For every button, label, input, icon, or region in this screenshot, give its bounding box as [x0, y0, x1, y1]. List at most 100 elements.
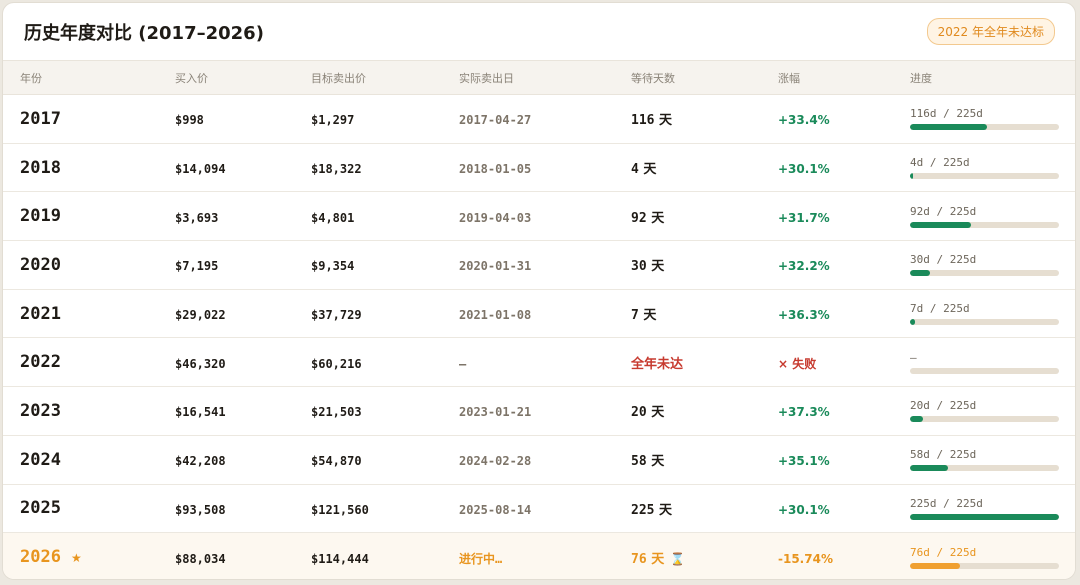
cell-target-price: $121,560 — [311, 484, 459, 534]
cell-sold-date: 2025-08-14 — [459, 484, 631, 534]
wait-days-unit: 天 — [651, 551, 665, 567]
wait-days-number: 20 — [631, 405, 647, 421]
cell-sold-date: 2021-01-08 — [459, 289, 631, 339]
progress-fill — [910, 465, 949, 472]
buy-price: $93,508 — [175, 502, 226, 517]
progress-fill — [910, 562, 961, 569]
year-label: 2018 — [20, 157, 61, 178]
cell-wait-days: 92 天 — [631, 191, 778, 242]
target-price: $9,354 — [311, 259, 355, 274]
sold-date: 2021-01-08 — [459, 308, 532, 323]
cell-progress: 20d / 225d — [910, 386, 1075, 436]
cell-progress: 76d / 225d — [910, 533, 1075, 579]
target-price: $4,801 — [311, 210, 355, 225]
year-label: 2023 — [20, 400, 61, 421]
cell-year: 2017 — [3, 94, 175, 144]
wait-days-fail: 全年未达 — [631, 356, 684, 372]
cell-sold-date: 进行中… — [459, 533, 631, 579]
buy-price: $14,094 — [175, 162, 226, 177]
gain-value: +31.7% — [778, 210, 830, 225]
wait-days-number: 116 — [631, 113, 655, 129]
table-row: 2022 $46,320 $60,216 — 全年未达 × 失败 — — [3, 337, 1075, 388]
cell-progress: 116d / 225d — [910, 94, 1075, 144]
progress-fill — [910, 173, 913, 180]
target-price: $114,444 — [311, 551, 369, 566]
wait-days-unit: 天 — [651, 405, 665, 421]
year-label: 2025 — [20, 498, 61, 519]
cell-year: 2026 ★ — [3, 533, 175, 579]
cell-wait-days: 20 天 — [631, 386, 778, 436]
gain-value: +32.2% — [778, 259, 830, 274]
cell-gain: +32.2% — [778, 240, 910, 290]
sold-date: 2018-01-05 — [459, 162, 532, 177]
cell-buy-price: $42,208 — [175, 435, 311, 485]
cell-target-price: $37,729 — [311, 289, 459, 339]
progress-track — [910, 562, 1059, 569]
cell-gain: -15.74% — [778, 533, 910, 579]
progress-track — [910, 513, 1059, 520]
progress-label: — — [910, 350, 917, 364]
hourglass-icon: ⌛ — [670, 551, 686, 566]
cell-sold-date: — — [459, 337, 631, 388]
sold-date: — — [459, 356, 467, 371]
table-row: 2026 ★ $88,034 $114,444 进行中… 76 天 ⌛ -15.74% 76d … — [3, 532, 1075, 579]
star-icon: ★ — [70, 551, 82, 566]
cell-year: 2024 — [3, 435, 175, 485]
sold-date: 2023-01-21 — [459, 405, 532, 420]
card-header: 历史年度对比 (2017–2026) 2022 年全年未达标 — [3, 3, 1075, 60]
cell-target-price: $18,322 — [311, 143, 459, 193]
cell-buy-price: $16,541 — [175, 386, 311, 436]
cell-progress: 92d / 225d — [910, 191, 1075, 242]
sold-date: 进行中… — [459, 551, 503, 566]
table-row: 2024 $42,208 $54,870 2024-02-28 58 天 +35.1% 58… — [3, 435, 1075, 485]
progress-label: 7d / 225d — [910, 302, 970, 316]
target-price: $1,297 — [311, 113, 355, 128]
column-header-target-price: 目标卖出价 — [311, 60, 459, 95]
cell-sold-date: 2018-01-05 — [459, 143, 631, 193]
cell-wait-days: 76 天 ⌛ — [631, 533, 778, 579]
gain-value: +30.1% — [778, 162, 830, 177]
wait-days: 4 天 — [631, 162, 656, 177]
cell-wait-days: 225 天 — [631, 484, 778, 534]
table-row: 2020 $7,195 $9,354 2020-01-31 30 天 +32.2% 30d … — [3, 240, 1075, 290]
cell-year: 2020 — [3, 240, 175, 290]
wait-days: 58 天 — [631, 454, 664, 469]
progress-label: 58d / 225d — [910, 448, 977, 462]
sold-date: 2025-08-14 — [459, 502, 532, 517]
column-header-wait-days: 等待天数 — [631, 60, 778, 95]
wait-days-unit: 天 — [643, 308, 657, 324]
year-label: 2020 — [20, 254, 61, 275]
progress-label: 116d / 225d — [910, 107, 983, 121]
status-badge: 2022 年全年未达标 — [926, 18, 1055, 45]
wait-days-number: 58 — [631, 454, 647, 470]
cell-gain: +30.1% — [778, 484, 910, 534]
cell-year: 2021 — [3, 289, 175, 339]
cell-sold-date: 2019-04-03 — [459, 191, 631, 242]
column-header-gain: 涨幅 — [778, 60, 910, 95]
buy-price: $3,693 — [175, 210, 219, 225]
progress-fill — [910, 416, 924, 423]
cell-progress: 4d / 225d — [910, 143, 1075, 193]
cell-year: 2022 — [3, 337, 175, 388]
progress-fill — [910, 221, 971, 228]
sold-date: 2020-01-31 — [459, 259, 532, 274]
buy-price: $29,022 — [175, 308, 226, 323]
gain-value: +33.4% — [778, 113, 830, 128]
cell-progress: — — [910, 337, 1075, 388]
target-price: $121,560 — [311, 502, 369, 517]
year-label: 2019 — [20, 206, 61, 227]
wait-days-number: 30 — [631, 259, 647, 275]
column-header-sold-date: 实际卖出日 — [459, 60, 631, 95]
cell-buy-price: $46,320 — [175, 337, 311, 388]
cell-gain: +37.3% — [778, 386, 910, 436]
wait-days: 116 天 — [631, 113, 672, 128]
year-label: 2022 — [20, 352, 61, 373]
cell-gain: +33.4% — [778, 94, 910, 144]
target-price: $18,322 — [311, 162, 362, 177]
cell-buy-price: $93,508 — [175, 484, 311, 534]
progress-fill — [910, 513, 1059, 520]
wait-days: 76 天 — [631, 552, 664, 567]
wait-days: 7 天 — [631, 308, 656, 323]
table-row: 2017 $998 $1,297 2017-04-27 116 天 +33.4% 116d … — [3, 94, 1075, 144]
wait-days-number: 225 — [631, 502, 655, 518]
